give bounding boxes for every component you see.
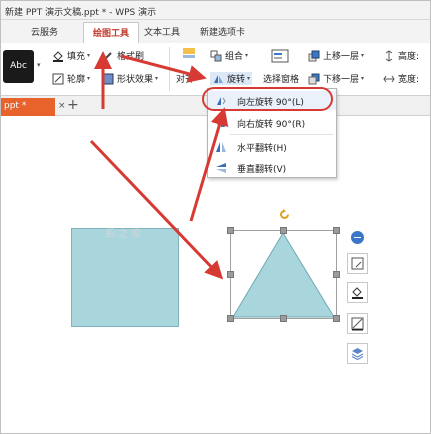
group-label: 组合 (225, 52, 244, 62)
send-backward-icon (308, 73, 320, 85)
wps-window: 新建 PPT 演示文稿.ppt * - WPS 演示 云服务 绘图工具 文本工具… (0, 0, 431, 434)
tab-cloud-service[interactable]: 云服务 (31, 25, 58, 38)
height-icon (383, 49, 395, 62)
width-label: 宽度: (398, 75, 420, 85)
width-field[interactable]: 宽度: (383, 72, 419, 85)
bring-forward-icon (308, 50, 320, 62)
rotate-label: 旋转 (227, 75, 246, 85)
style-more-icon[interactable]: ▾ (37, 61, 41, 69)
rotate-icon (212, 73, 224, 85)
send-backward-label: 下移一层 (323, 75, 360, 85)
menu-item-label: 垂直翻转(V) (237, 165, 287, 175)
watermark-text: 系 之 家 (105, 229, 142, 240)
menu-item-flip-vertical[interactable]: 垂直翻转(V) (208, 158, 336, 177)
rotate-button[interactable]: 旋转 ▾ (210, 72, 253, 85)
new-tab-icon[interactable]: + (67, 97, 79, 113)
ribbon-divider (169, 47, 170, 91)
document-tab[interactable]: ppt * (1, 98, 55, 116)
menu-item-label: 水平翻转(H) (237, 144, 287, 154)
width-icon (383, 73, 395, 85)
format-painter-label: 格式刷 (117, 52, 145, 62)
fill-bucket-icon (352, 287, 363, 299)
resize-handle-bottom-right[interactable] (333, 315, 340, 322)
layer-side-button[interactable] (347, 343, 368, 364)
resize-handle-top-left[interactable] (227, 227, 234, 234)
paint-bucket-icon (52, 50, 64, 62)
rotate-right-icon (215, 117, 227, 129)
outline-icon (52, 73, 64, 85)
flip-vertical-icon (215, 162, 227, 174)
tab-new-tab[interactable]: 新建选项卡 (200, 25, 245, 38)
align-button[interactable]: 对齐 (176, 72, 194, 85)
group-button[interactable]: 组合 ▾ (210, 49, 248, 62)
window-title: 新建 PPT 演示文稿.ppt * - WPS 演示 (5, 8, 157, 18)
menu-item-rotate-right[interactable]: 向右旋转 90°(R) (208, 113, 336, 132)
menu-separator (230, 134, 334, 135)
send-backward-button[interactable]: 下移一层 ▾ (308, 72, 364, 85)
selection-pane-button[interactable]: 选择窗格 (263, 72, 299, 85)
shape-gallery-icon[interactable] (183, 47, 198, 59)
bring-forward-label: 上移一层 (323, 52, 360, 62)
square-shape[interactable] (71, 228, 179, 327)
annotation-highlight (202, 87, 333, 111)
fill-label: 填充 (67, 52, 86, 62)
outline-side-button[interactable] (347, 313, 368, 334)
layers-icon (351, 348, 364, 361)
height-field[interactable]: 高度: (383, 49, 419, 62)
selection-box (230, 230, 337, 319)
height-label: 高度: (398, 52, 420, 62)
tab-drawing-tools[interactable]: 绘图工具 (83, 22, 140, 43)
shape-style-side-button[interactable] (347, 253, 368, 274)
title-bar: 新建 PPT 演示文稿.ppt * - WPS 演示 (1, 1, 430, 20)
menu-item-flip-horizontal[interactable]: 水平翻转(H) (208, 137, 336, 156)
shape-gallery-swatch-icon (183, 47, 195, 59)
close-tab-icon[interactable]: × (58, 101, 66, 111)
shape-effect-label: 形状效果 (117, 75, 154, 85)
shape-effect-icon (102, 73, 114, 85)
flip-horizontal-icon (215, 141, 227, 153)
brush-icon (102, 50, 114, 62)
resize-handle-top[interactable] (280, 227, 287, 234)
selection-pane-icon (271, 49, 289, 63)
align-label: 对齐 (176, 75, 195, 85)
resize-handle-right[interactable] (333, 271, 340, 278)
tab-text-tools[interactable]: 文本工具 (144, 25, 180, 38)
shape-effect-button[interactable]: 形状效果 ▾ (102, 72, 158, 85)
collapse-toolbar-icon[interactable] (351, 231, 364, 244)
edit-shape-icon (351, 257, 364, 270)
selection-pane-icon-button[interactable] (271, 49, 292, 63)
resize-handle-bottom[interactable] (280, 315, 287, 322)
outline-pen-icon (351, 317, 364, 331)
outline-label: 轮廓 (67, 75, 86, 85)
outline-button[interactable]: 轮廓 ▾ (52, 72, 90, 85)
group-icon (210, 50, 222, 62)
resize-handle-left[interactable] (227, 271, 234, 278)
resize-handle-bottom-left[interactable] (227, 315, 234, 322)
shape-style-preview[interactable]: Abc (3, 50, 34, 83)
rotation-handle-icon[interactable] (278, 208, 291, 221)
fill-side-button[interactable] (347, 282, 368, 303)
resize-handle-top-right[interactable] (333, 227, 340, 234)
menu-item-label: 向右旋转 90°(R) (237, 120, 306, 130)
bring-forward-button[interactable]: 上移一层 ▾ (308, 49, 364, 62)
ribbon-tabs: 云服务 绘图工具 文本工具 新建选项卡 (1, 20, 430, 43)
format-painter-button[interactable]: 格式刷 (102, 49, 144, 62)
selection-pane-label: 选择窗格 (263, 75, 300, 85)
fill-button[interactable]: 填充 ▾ (52, 49, 90, 62)
